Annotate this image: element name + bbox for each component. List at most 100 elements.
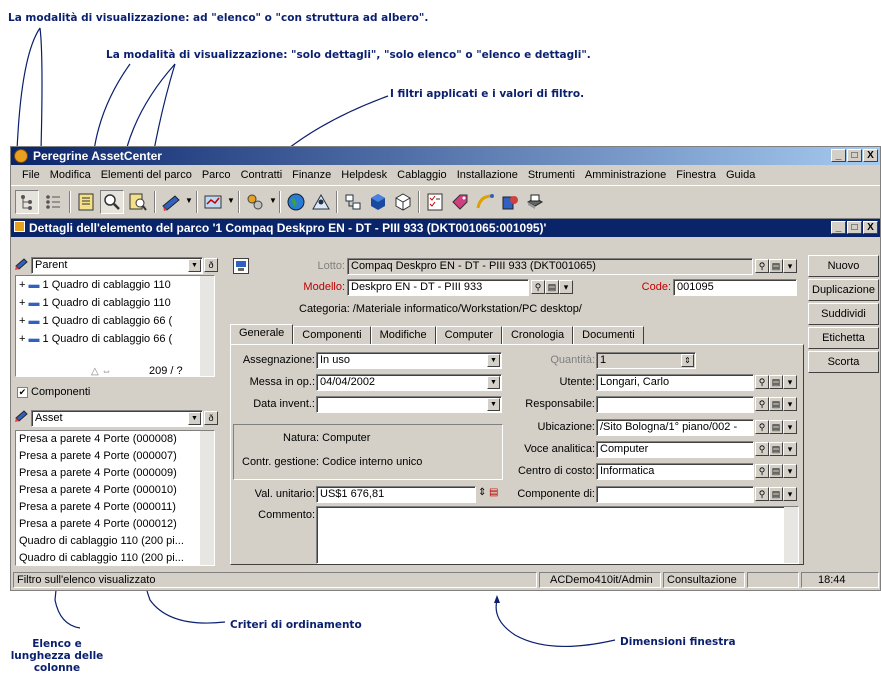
menu-strumenti[interactable]: Strumenti bbox=[523, 169, 580, 181]
responsabile-search-icon[interactable]: ⚲ bbox=[755, 397, 769, 411]
modello-detail-icon[interactable]: ▤ bbox=[545, 280, 559, 294]
checklist-icon[interactable] bbox=[423, 190, 447, 214]
cable-icon[interactable] bbox=[473, 190, 497, 214]
modello-search-icon[interactable]: ⚲ bbox=[531, 280, 545, 294]
code-field[interactable]: 001095 bbox=[673, 279, 797, 296]
utente-detail-icon[interactable]: ▤ bbox=[769, 375, 783, 389]
wizard-icon[interactable] bbox=[243, 190, 267, 214]
tab-computer[interactable]: Computer bbox=[435, 326, 502, 345]
messa-field[interactable]: 04/04/2002 ▼ bbox=[316, 374, 502, 391]
list-item[interactable]: Quadro di cablaggio 110 (200 pi... bbox=[16, 533, 214, 550]
tree-list[interactable]: + ▬ 1 Quadro di cablaggio 110 + ▬ 1 Quad… bbox=[15, 275, 215, 377]
ubicazione-search-icon[interactable]: ⚲ bbox=[755, 420, 769, 434]
suddividi-button[interactable]: Suddividi bbox=[808, 303, 879, 325]
componente-menu-icon[interactable]: ▾ bbox=[783, 487, 797, 501]
parent-filter-clear-icon[interactable]: ð bbox=[204, 258, 218, 272]
maximize-button[interactable]: □ bbox=[847, 149, 862, 162]
tab-componenti[interactable]: Componenti bbox=[293, 326, 371, 345]
voce-search-icon[interactable]: ⚲ bbox=[755, 442, 769, 456]
report-dropdown-icon[interactable]: ▼ bbox=[227, 196, 235, 205]
asset-filter-clear-icon[interactable]: ð bbox=[204, 411, 218, 425]
tab-cronologia[interactable]: Cronologia bbox=[501, 326, 574, 345]
nuovo-button[interactable]: Nuovo bbox=[808, 255, 879, 277]
voce-analitica-field[interactable]: Computer bbox=[596, 441, 754, 458]
list-item[interactable]: Quadro di cablaggio 110 (200 pi... bbox=[16, 550, 214, 565]
menu-elementi-parco[interactable]: Elementi del parco bbox=[96, 169, 197, 181]
centro-costo-field[interactable]: Informatica bbox=[596, 463, 754, 480]
menu-finestra[interactable]: Finestra bbox=[671, 169, 721, 181]
menu-file[interactable]: File bbox=[17, 169, 45, 181]
tree-view-icon[interactable] bbox=[15, 190, 39, 214]
list-item[interactable]: Presa a parete 4 Porte (000007) bbox=[16, 448, 214, 465]
etichetta-button[interactable]: Etichetta bbox=[808, 327, 879, 349]
tab-documenti[interactable]: Documenti bbox=[573, 326, 644, 345]
minimize-button[interactable]: _ bbox=[831, 149, 846, 162]
voce-detail-icon[interactable]: ▤ bbox=[769, 442, 783, 456]
list-item[interactable]: Presa a parete 4 Porte (000012) bbox=[16, 516, 214, 533]
tree-item[interactable]: + ▬ 1 Quadro di cablaggio 110 bbox=[16, 276, 214, 294]
responsabile-menu-icon[interactable]: ▾ bbox=[783, 397, 797, 411]
people-icon[interactable] bbox=[309, 190, 333, 214]
lotto-search-icon[interactable]: ⚲ bbox=[755, 259, 769, 273]
doc-maximize-button[interactable]: □ bbox=[847, 221, 862, 234]
val-unitario-field[interactable]: US$1 676,81 bbox=[316, 486, 476, 503]
quantita-field[interactable]: 1 ⇕ bbox=[596, 352, 696, 369]
ubicazione-field[interactable]: /Sito Bologna/1° piano/002 - bbox=[596, 419, 754, 436]
componente-search-icon[interactable]: ⚲ bbox=[755, 487, 769, 501]
filter-icon[interactable] bbox=[159, 190, 183, 214]
box-icon[interactable] bbox=[391, 190, 415, 214]
componente-di-field[interactable] bbox=[596, 486, 754, 503]
commento-scrollbar[interactable] bbox=[784, 507, 798, 563]
list-scrollbar[interactable] bbox=[200, 431, 214, 565]
utente-search-icon[interactable]: ⚲ bbox=[755, 375, 769, 389]
menu-helpdesk[interactable]: Helpdesk bbox=[336, 169, 392, 181]
tree-nav-icon[interactable]: △ ⇔ bbox=[91, 366, 111, 377]
list-only-icon[interactable] bbox=[100, 190, 124, 214]
commento-textarea[interactable] bbox=[316, 506, 799, 564]
componente-detail-icon[interactable]: ▤ bbox=[769, 487, 783, 501]
asset-filter-select[interactable]: Asset ▼ bbox=[31, 410, 203, 427]
menu-cablaggio[interactable]: Cablaggio bbox=[392, 169, 452, 181]
utente-menu-icon[interactable]: ▾ bbox=[783, 375, 797, 389]
menu-installazione[interactable]: Installazione bbox=[452, 169, 523, 181]
currency-icon[interactable]: ▤ bbox=[489, 487, 498, 498]
menu-parco[interactable]: Parco bbox=[197, 169, 236, 181]
assegnazione-select[interactable]: In uso ▼ bbox=[316, 352, 502, 369]
tab-modifiche[interactable]: Modifiche bbox=[370, 326, 436, 345]
tree-item[interactable]: + ▬ 1 Quadro di cablaggio 66 ( bbox=[16, 312, 214, 330]
organization-icon[interactable] bbox=[341, 190, 365, 214]
menu-guida[interactable]: Guida bbox=[721, 169, 760, 181]
scorta-button[interactable]: Scorta bbox=[808, 351, 879, 373]
record-image-icon[interactable] bbox=[233, 258, 249, 274]
list-item[interactable]: Presa a parete 4 Porte (000009) bbox=[16, 465, 214, 482]
responsabile-detail-icon[interactable]: ▤ bbox=[769, 397, 783, 411]
printer-icon[interactable] bbox=[523, 190, 547, 214]
software-icon[interactable] bbox=[498, 190, 522, 214]
report-icon[interactable] bbox=[201, 190, 225, 214]
doc-close-button[interactable]: X bbox=[863, 221, 878, 234]
cube-icon[interactable] bbox=[366, 190, 390, 214]
currency-spin-icon[interactable]: ⇕ bbox=[478, 487, 486, 498]
menu-finanze[interactable]: Finanze bbox=[287, 169, 336, 181]
tree-scrollbar[interactable] bbox=[200, 276, 214, 376]
voce-menu-icon[interactable]: ▾ bbox=[783, 442, 797, 456]
filter-dropdown-icon[interactable]: ▼ bbox=[185, 196, 193, 205]
centro-detail-icon[interactable]: ▤ bbox=[769, 464, 783, 478]
list-and-details-icon[interactable] bbox=[126, 190, 150, 214]
list-item[interactable]: Presa a parete 4 Porte (000008) bbox=[16, 431, 214, 448]
details-only-icon[interactable] bbox=[74, 190, 98, 214]
tab-generale[interactable]: Generale bbox=[230, 324, 294, 345]
components-checkbox[interactable]: ✔ bbox=[17, 387, 28, 398]
ubicazione-detail-icon[interactable]: ▤ bbox=[769, 420, 783, 434]
tree-item[interactable]: + ▬ 1 Quadro di cablaggio 110 bbox=[16, 294, 214, 312]
modello-field[interactable]: Deskpro EN - DT - PIII 933 bbox=[347, 279, 529, 296]
menu-contratti[interactable]: Contratti bbox=[236, 169, 288, 181]
list-view-icon[interactable] bbox=[41, 190, 65, 214]
list-item[interactable]: Presa a parete 4 Porte (000011) bbox=[16, 499, 214, 516]
lotto-detail-icon[interactable]: ▤ bbox=[769, 259, 783, 273]
menu-modifica[interactable]: Modifica bbox=[45, 169, 96, 181]
ubicazione-menu-icon[interactable]: ▾ bbox=[783, 420, 797, 434]
tag-icon[interactable] bbox=[448, 190, 472, 214]
wizard-dropdown-icon[interactable]: ▼ bbox=[269, 196, 277, 205]
asset-list[interactable]: Presa a parete 4 Porte (000008) Presa a … bbox=[15, 430, 215, 566]
